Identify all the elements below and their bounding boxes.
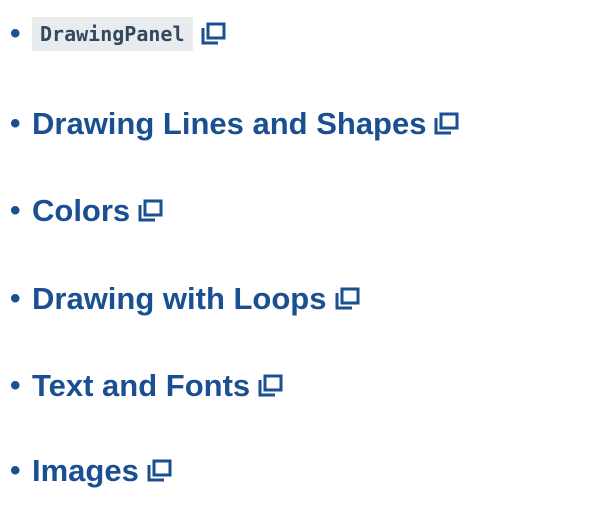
list-item-drawing-with-loops: • Drawing with Loops	[6, 279, 360, 319]
link-label: Drawing with Loops	[32, 281, 327, 316]
list-item-text-and-fonts: • Text and Fonts	[6, 366, 283, 406]
link-images[interactable]: Images	[32, 453, 172, 489]
bullet: •	[10, 282, 21, 315]
bullet: •	[10, 369, 21, 402]
list-item-images: • Images	[6, 451, 172, 491]
external-window-icon	[146, 459, 172, 483]
link-label: Text and Fonts	[32, 368, 251, 403]
list-item-drawingpanel: • DrawingPanel	[6, 14, 226, 54]
list-item-drawing-lines-and-shapes: • Drawing Lines and Shapes	[6, 104, 459, 144]
link-label: DrawingPanel	[32, 17, 193, 51]
link-drawingpanel[interactable]: DrawingPanel	[32, 17, 226, 51]
link-drawing-with-loops[interactable]: Drawing with Loops	[32, 281, 360, 317]
bullet: •	[10, 17, 21, 50]
bullet: •	[10, 194, 21, 227]
bullet: •	[10, 454, 21, 487]
link-colors[interactable]: Colors	[32, 193, 163, 229]
bullet: •	[10, 107, 21, 140]
list-item-colors: • Colors	[6, 191, 163, 231]
link-label: Images	[32, 453, 139, 488]
link-drawing-lines-and-shapes[interactable]: Drawing Lines and Shapes	[32, 106, 459, 142]
external-window-icon	[334, 287, 360, 311]
external-window-icon	[137, 199, 163, 223]
link-label: Colors	[32, 193, 131, 228]
external-window-icon	[433, 112, 459, 136]
link-text-and-fonts[interactable]: Text and Fonts	[32, 368, 283, 404]
external-window-icon	[257, 374, 283, 398]
link-label: Drawing Lines and Shapes	[32, 106, 427, 141]
external-window-icon	[200, 22, 226, 46]
